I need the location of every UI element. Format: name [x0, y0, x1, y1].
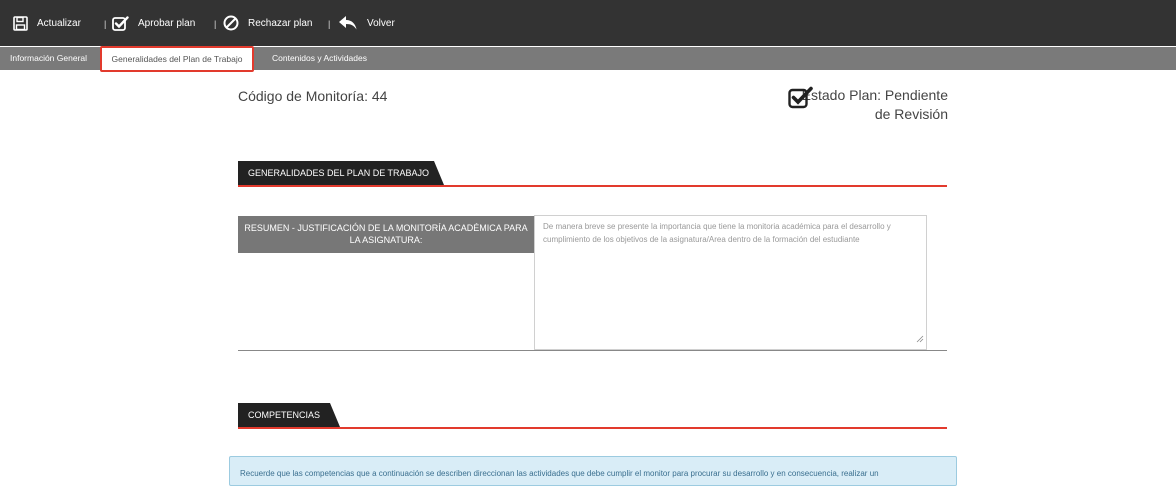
reply-arrow-icon: [338, 15, 358, 31]
actualizar-button[interactable]: Actualizar: [13, 0, 81, 46]
aprobar-plan-button[interactable]: Aprobar plan: [112, 0, 195, 46]
section-title-generalidades: GENERALIDADES DEL PLAN DE TRABAJO: [238, 161, 434, 185]
codigo-monitoria: Código de Monitoría: 44: [238, 88, 388, 104]
tab-contenidos-actividades[interactable]: Contenidos y Actividades: [272, 47, 367, 70]
ban-icon: [223, 15, 239, 31]
section-tab-tip: [434, 161, 444, 185]
toolbar: Actualizar | Aprobar plan | Rechazar pla…: [0, 0, 1176, 46]
estado-plan: Estado Plan: Pendiente de Revisión: [788, 86, 948, 124]
check-square-icon: [112, 15, 129, 31]
resumen-textarea[interactable]: De manera breve se presente la importanc…: [534, 215, 927, 350]
volver-label: Volver: [367, 17, 395, 29]
info-alert-text: Recuerde que las competencias que a cont…: [240, 469, 879, 478]
toolbar-separator: |: [328, 19, 331, 29]
actualizar-label: Actualizar: [37, 17, 81, 29]
field-bottom-divider: [238, 350, 947, 351]
tab-generalidades-plan[interactable]: Generalidades del Plan de Trabajo: [100, 46, 254, 72]
resize-handle-icon[interactable]: [916, 335, 924, 348]
rechazar-plan-button[interactable]: Rechazar plan: [223, 0, 312, 46]
volver-button[interactable]: Volver: [338, 0, 395, 46]
section-tab-tip: [330, 403, 340, 427]
resumen-label: RESUMEN - JUSTIFICACIÓN DE LA MONITORÍA …: [238, 216, 534, 253]
competencias-info-alert: Recuerde que las competencias que a cont…: [229, 456, 957, 486]
toolbar-separator: |: [214, 19, 217, 29]
resumen-placeholder: De manera breve se presente la importanc…: [543, 222, 891, 244]
section-generalidades: GENERALIDADES DEL PLAN DE TRABAJO: [238, 161, 947, 187]
toolbar-separator: |: [104, 19, 107, 29]
section-competencias: COMPETENCIAS: [238, 403, 947, 429]
save-icon: [13, 15, 28, 31]
rechazar-plan-label: Rechazar plan: [248, 17, 313, 29]
section-divider: [238, 185, 947, 187]
tab-informacion-general[interactable]: Información General: [10, 47, 87, 70]
section-title-competencias: COMPETENCIAS: [238, 403, 330, 427]
aprobar-plan-label: Aprobar plan: [138, 17, 196, 29]
section-divider: [238, 427, 947, 429]
